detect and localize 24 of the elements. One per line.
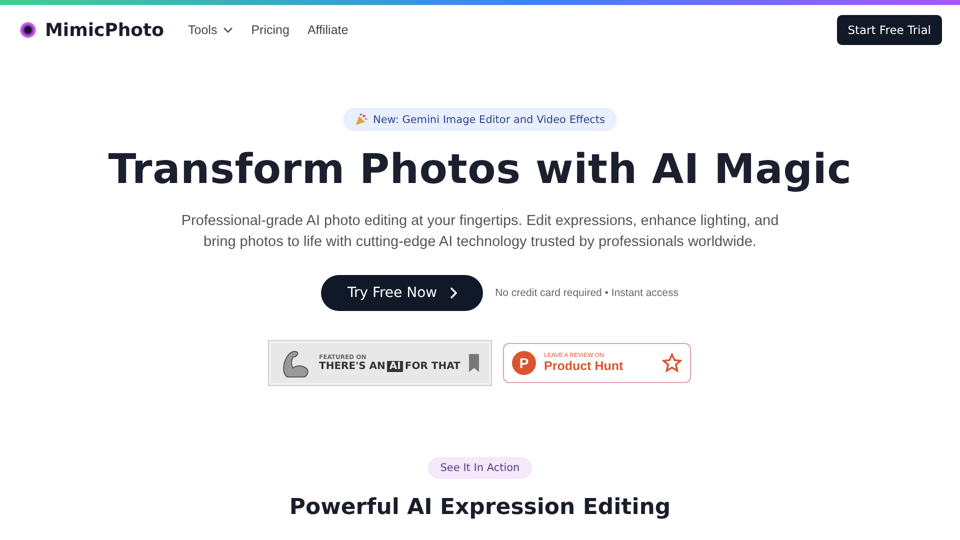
try-free-button[interactable]: Try Free Now <box>321 275 484 311</box>
access-note: No credit card required • Instant access <box>495 287 679 299</box>
star-icon <box>662 353 682 373</box>
section-title: Powerful AI Expression Editing <box>289 495 671 520</box>
party-popper-icon <box>354 113 368 126</box>
brand-name[interactable]: MimicPhoto <box>45 20 164 40</box>
product-hunt-logo: P <box>512 351 536 375</box>
hero-subtitle: Professional-grade AI photo editing at your fingertips. Edit expressions, enhance lighting, and bring photos to life with cutting-edge AI technology trusted by professionals worldwide. <box>180 212 780 252</box>
nav-link[interactable]: Affiliate <box>307 23 348 37</box>
chevron-down-icon <box>223 27 234 33</box>
badge-text: FOR THAT <box>404 361 460 372</box>
announcement-text: New: Gemini Image Editor and Video Effects <box>372 114 606 126</box>
badge-text: AI <box>387 361 403 372</box>
product-hunt-name: Product Hunt <box>544 359 624 373</box>
bookmark-icon <box>469 354 479 372</box>
chevron-right-icon <box>449 287 458 299</box>
badge-text: THERE'S AN <box>319 361 386 372</box>
announcement-badge[interactable]: New: Gemini Image Editor and Video Effects <box>342 108 618 131</box>
start-trial-button[interactable]: Start Free Trial <box>836 15 942 45</box>
section-pill: See It In Action <box>428 457 532 479</box>
nav-link[interactable]: Tools <box>188 23 234 37</box>
logo-icon <box>20 22 36 38</box>
hero-title: Transform Photos with AI Magic <box>108 145 852 193</box>
nav-link[interactable]: Pricing <box>251 23 290 37</box>
